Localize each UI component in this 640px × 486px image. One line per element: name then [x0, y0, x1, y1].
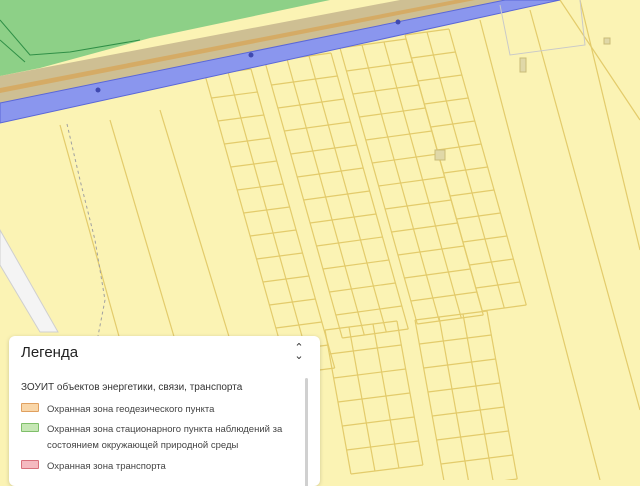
- legend-item-label: Охранная зона транспорта: [47, 461, 166, 472]
- collapse-icon[interactable]: ⌃ ⌄: [292, 343, 306, 362]
- legend-swatch: [21, 460, 39, 469]
- road-marker: [395, 19, 401, 25]
- road-marker: [248, 52, 254, 58]
- legend-panel: Легенда ⌃ ⌄ ЗОУИТ объектов энергетики, св…: [9, 336, 320, 486]
- legend-section-title: ЗОУИТ объектов энергетики, связи, трансп…: [21, 382, 243, 393]
- legend-item-label-line: состоянием окружающей природной среды: [47, 440, 239, 451]
- legend-item-label: Охранная зона стационарного пункта наблю…: [47, 422, 282, 454]
- road-marker: [95, 87, 101, 93]
- legend-swatch: [21, 403, 39, 412]
- map-object: [603, 37, 611, 45]
- map-object: [434, 149, 446, 161]
- legend-title: Легенда: [21, 344, 79, 361]
- legend-swatch: [21, 423, 39, 432]
- legend-item-label: Охранная зона геодезического пункта: [47, 404, 215, 415]
- legend-item-label-line: Охранная зона стационарного пункта наблю…: [47, 424, 283, 435]
- legend-scrollbar[interactable]: [305, 378, 308, 486]
- map-object: [519, 57, 527, 73]
